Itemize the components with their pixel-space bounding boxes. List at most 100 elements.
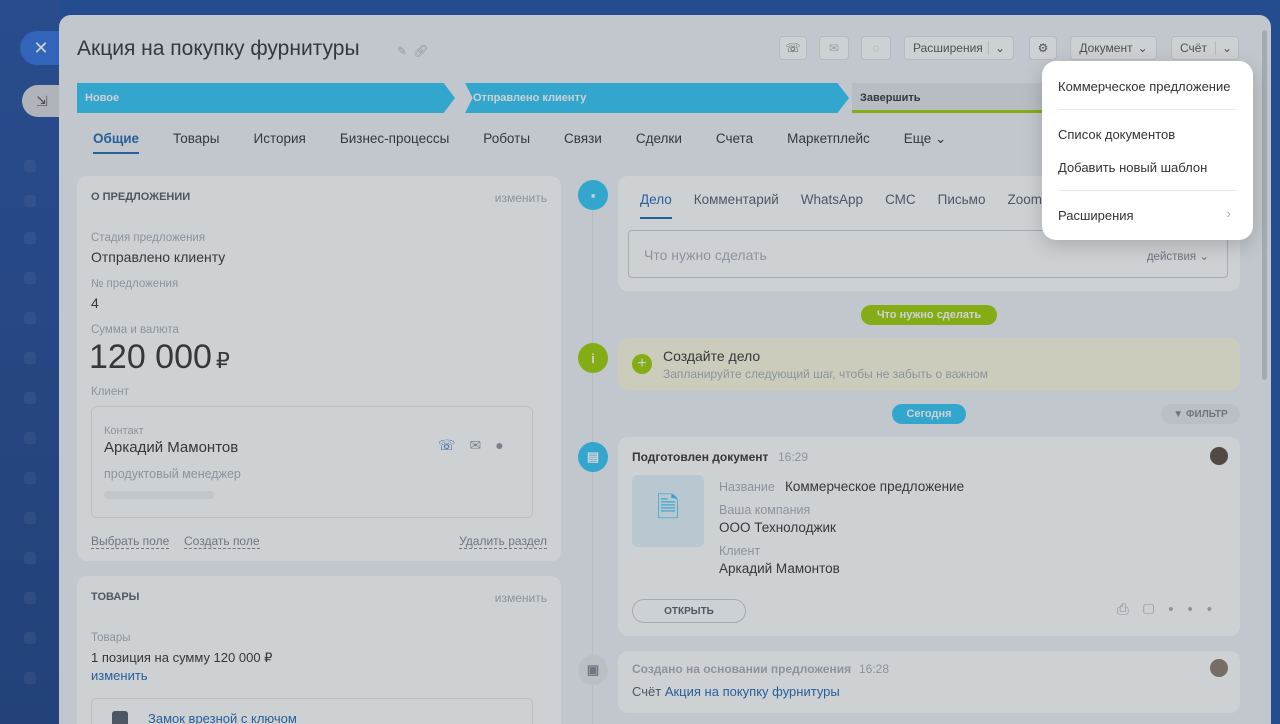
sidebar-placeholder-icon	[24, 392, 36, 404]
editor-tab-zoom[interactable]: Zoom	[1007, 192, 1042, 219]
tab-more[interactable]: Еще ⌄	[904, 131, 947, 154]
tab-marketplace[interactable]: Маркетплейс	[787, 131, 870, 154]
scrollbar[interactable]	[1262, 30, 1267, 380]
currency-symbol: ₽	[215, 348, 230, 373]
doc-client-label: Клиент	[719, 544, 761, 558]
tab-more-label: Еще	[903, 131, 932, 146]
sidebar-placeholder-icon	[24, 272, 36, 284]
select-field-link[interactable]: Выбрать поле	[91, 534, 170, 549]
document-button[interactable]: Документ ⌄	[1070, 36, 1157, 60]
call-button[interactable]: ☏	[779, 36, 807, 60]
invoice-prefix: Счёт	[632, 684, 662, 699]
menu-item-document-list[interactable]: Список документов	[1058, 127, 1175, 142]
filter-label: ФИЛЬТР	[1185, 408, 1228, 420]
stage-sent[interactable]: Отправлено клиенту	[465, 83, 849, 113]
print-icon[interactable]: ⎙	[1117, 601, 1143, 618]
chevron-down-icon: ⌄	[987, 41, 1005, 55]
about-heading: О ПРЕДЛОЖЕНИИ	[91, 191, 191, 203]
delete-section-link[interactable]: Удалить раздел	[459, 534, 547, 549]
main-tabs: Общие Товары История Бизнес-процессы Роб…	[93, 131, 980, 154]
tab-invoices[interactable]: Счета	[716, 131, 753, 154]
chevron-down-icon: ⌄	[1214, 41, 1232, 55]
filter-button[interactable]: ▼ ФИЛЬТР	[1161, 404, 1240, 424]
number-label: № предложения	[91, 278, 179, 290]
stage-new[interactable]: Новое	[77, 83, 455, 113]
task-placeholder: Что нужно сделать	[644, 247, 767, 263]
editor-tab-email[interactable]: Письмо	[938, 192, 986, 219]
close-slider-button[interactable]: ✕	[20, 31, 62, 65]
extensions-button[interactable]: Расширения ⌄	[904, 36, 1014, 60]
document-event-card: Подготовлен документ 16:29 🗎︎ Название К…	[618, 437, 1240, 636]
tab-deals[interactable]: Сделки	[636, 131, 682, 154]
invoice-button[interactable]: Счёт ⌄	[1171, 36, 1239, 60]
doc-name-value: Коммерческое предложение	[785, 479, 965, 494]
tab-links[interactable]: Связи	[564, 131, 602, 154]
editor-tab-comment[interactable]: Комментарий	[694, 192, 779, 219]
create-field-link[interactable]: Создать поле	[184, 534, 260, 549]
menu-divider	[1058, 190, 1237, 191]
client-box: Контакт Аркадий Мамонтов продуктовый мен…	[91, 406, 533, 518]
edit-icon[interactable]: ✎	[397, 44, 413, 58]
menu-item-commercial-offer[interactable]: Коммерческое предложение	[1058, 79, 1230, 94]
tab-business-processes[interactable]: Бизнес-процессы	[340, 131, 449, 154]
number-value: 4	[91, 295, 99, 311]
link-icon[interactable]: 🔗︎	[413, 44, 434, 58]
more-icon[interactable]: •••	[1168, 601, 1226, 618]
note-icon[interactable]: ▢	[1143, 601, 1168, 618]
mail-icon[interactable]: ✉	[470, 437, 496, 453]
goods-change-link[interactable]: изменить	[91, 668, 148, 683]
chevron-down-icon: ⌄	[1199, 251, 1209, 263]
avatar[interactable]	[1210, 447, 1228, 465]
editor-tab-task[interactable]: Дело	[640, 192, 672, 219]
created-event-card: Создано на основании предложения 16:28 С…	[618, 651, 1240, 713]
create-task-title: Создайте дело	[663, 348, 761, 364]
settings-button[interactable]: ⚙	[1029, 36, 1057, 60]
doc-name-label: Название	[719, 480, 775, 494]
amount-number: 120 000	[89, 338, 212, 376]
editor-tab-sms[interactable]: СМС	[885, 192, 916, 219]
amount-value: 120 000 ₽	[89, 338, 230, 377]
sidebar-placeholder-icon	[24, 592, 36, 604]
chat-button[interactable]: ◌	[861, 36, 891, 60]
goods-summary: 1 позиция на сумму 120 000 ₽	[91, 650, 273, 665]
document-dropdown-menu: Коммерческое предложение Список документ…	[1042, 61, 1253, 240]
chat-icon[interactable]: ●	[495, 437, 517, 453]
contact-role: продуктовый менеджер	[104, 467, 241, 481]
tab-goods[interactable]: Товары	[173, 131, 219, 154]
goods-item-name[interactable]: Замок врезной с ключом	[148, 711, 297, 724]
extensions-label: Расширения	[913, 41, 983, 55]
open-document-button[interactable]: ОТКРЫТЬ	[632, 599, 746, 623]
phone-icon: ☏	[785, 41, 801, 55]
chat-icon: ◌	[872, 41, 880, 55]
collapse-icon: ⇲	[36, 92, 48, 109]
goods-heading: ТОВАРЫ	[91, 591, 140, 603]
email-button[interactable]: ✉	[819, 36, 849, 60]
doc-company-label: Ваша компания	[719, 503, 811, 517]
sidebar-placeholder-icon	[24, 232, 36, 244]
create-task-card[interactable]: + Создайте дело Запланируйте следующий ш…	[618, 338, 1240, 390]
phone-icon[interactable]: ☏	[438, 437, 470, 453]
document-preview-icon[interactable]: 🗎︎	[632, 475, 704, 547]
sidebar-placeholder-icon	[24, 632, 36, 644]
tab-history[interactable]: История	[254, 131, 306, 154]
filter-icon: ▼	[1173, 408, 1184, 420]
tab-robots[interactable]: Роботы	[483, 131, 530, 154]
menu-item-add-template[interactable]: Добавить новый шаблон	[1058, 160, 1207, 175]
about-edit-link[interactable]: изменить	[495, 191, 547, 205]
goods-edit-link[interactable]: изменить	[495, 591, 547, 605]
invoice-link[interactable]: Акция на покупку фурнитуры	[665, 684, 840, 699]
editor-tabs: Дело Комментарий WhatsApp СМС Письмо Zoo…	[640, 192, 1064, 219]
minimize-slider-button[interactable]: ⇲	[22, 85, 62, 117]
document-circle-icon: ▤	[578, 442, 608, 472]
menu-item-extensions[interactable]: Расширения	[1058, 208, 1134, 223]
stage-finish[interactable]: Завершить	[852, 83, 1072, 113]
tab-general[interactable]: Общие	[93, 131, 140, 154]
mail-icon: ✉	[828, 41, 840, 55]
contact-blurred-line	[104, 491, 214, 499]
document-actions: ⎙▢•••	[1117, 601, 1226, 618]
editor-tab-whatsapp[interactable]: WhatsApp	[801, 192, 863, 219]
contact-name[interactable]: Аркадий Мамонтов	[104, 439, 238, 456]
avatar[interactable]	[1210, 659, 1228, 677]
info-circle-icon: i	[578, 343, 608, 373]
actions-dropdown[interactable]: действия ⌄	[1147, 249, 1209, 263]
